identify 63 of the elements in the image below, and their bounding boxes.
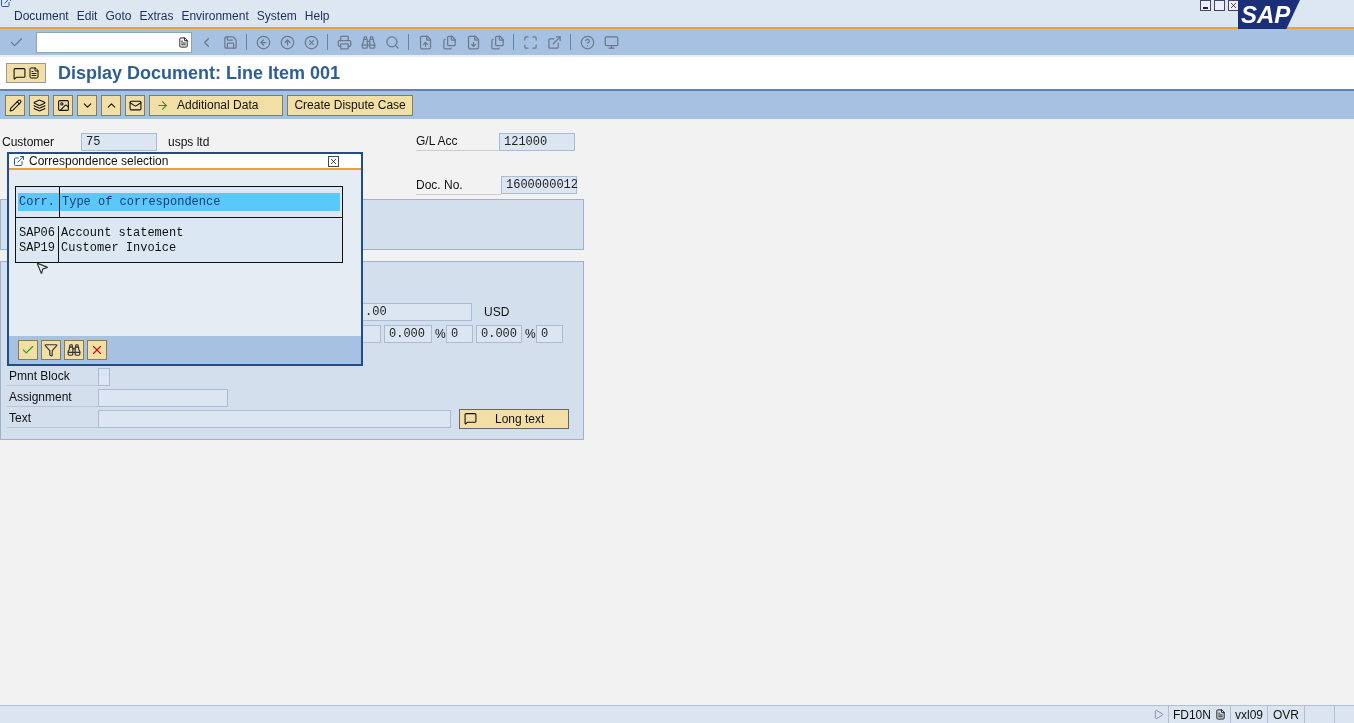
customer-name: usps ltd	[168, 133, 211, 151]
input-field[interactable]: 1600000012	[501, 176, 577, 194]
menu-item[interactable]: Document	[10, 7, 73, 25]
dialog-title: Correspondence selection	[29, 153, 170, 170]
field-label: Customer	[1, 133, 55, 151]
server-name: vxl09	[1229, 705, 1267, 723]
table-cell[interactable]: Customer Invoice	[61, 241, 342, 256]
input-field[interactable]	[98, 409, 451, 428]
dialog-icon	[13, 155, 25, 167]
picture-icon[interactable]	[53, 94, 73, 116]
column-header[interactable]: Type of correspondence	[60, 193, 340, 211]
close-button[interactable]	[328, 155, 339, 167]
speech-bubble-icon	[464, 412, 477, 425]
close-icon	[90, 343, 104, 357]
find-button[interactable]	[64, 340, 84, 360]
close-icon	[329, 156, 338, 166]
filter-button[interactable]	[41, 340, 61, 360]
screen-toggle-button[interactable]	[6, 63, 46, 83]
table-cell[interactable]: SAP19	[19, 241, 58, 256]
up-icon[interactable]	[101, 94, 121, 116]
input-field[interactable]: 0.000	[476, 324, 522, 343]
close-icon	[1229, 1, 1238, 10]
menu-item[interactable]: Edit	[72, 7, 102, 25]
screen-title: Display Document: Line Item 001	[58, 61, 341, 85]
input-field[interactable]: 0	[536, 324, 563, 343]
history-icon	[178, 36, 189, 48]
cancel-button[interactable]	[87, 340, 107, 360]
input-field[interactable]: .00	[360, 303, 472, 321]
long-text-button[interactable]: Long text	[459, 408, 569, 429]
menu-item[interactable]: System	[252, 7, 301, 25]
input-field[interactable]: 0.000	[384, 324, 432, 343]
currency-label: USD	[484, 304, 510, 321]
toolbar-button[interactable]: Create Dispute Case	[287, 94, 413, 116]
speech-bubble-icon	[12, 66, 26, 80]
sap-logo: SAP	[1238, 0, 1300, 29]
toolbar-button[interactable]: Additional Data	[149, 94, 284, 116]
confirm-button[interactable]	[18, 340, 38, 360]
menu-item[interactable]: Environment	[177, 7, 253, 25]
table-cell[interactable]: SAP06	[19, 226, 58, 241]
input-field[interactable]: 75	[81, 132, 157, 151]
restore-button[interactable]	[1214, 0, 1225, 11]
transaction-code: FD10N	[1167, 705, 1230, 723]
column-header[interactable]: Corr.	[18, 193, 59, 211]
arrow-icon	[156, 98, 169, 112]
table-cell[interactable]: Account statement	[61, 226, 342, 241]
command-field[interactable]	[36, 31, 192, 53]
input-field[interactable]: 0	[446, 324, 473, 343]
checkmark-icon	[21, 343, 35, 357]
menu-item[interactable]: Goto	[101, 7, 136, 25]
minimize-button[interactable]	[1200, 0, 1211, 11]
mail-icon[interactable]	[125, 94, 145, 116]
document-icon	[27, 67, 40, 79]
mouse-pointer-icon	[35, 261, 49, 275]
input-field[interactable]: 121000	[499, 132, 575, 151]
insert-mode: OVR	[1267, 705, 1304, 723]
input-field[interactable]	[98, 388, 228, 407]
down-icon[interactable]	[77, 94, 97, 116]
menu-item[interactable]: Extras	[135, 7, 178, 25]
checkbox[interactable]	[98, 367, 110, 386]
filter-icon	[44, 343, 58, 357]
binoculars-icon	[67, 343, 81, 357]
menu-item[interactable]: Help	[300, 7, 334, 25]
edit-icon[interactable]	[5, 94, 25, 116]
